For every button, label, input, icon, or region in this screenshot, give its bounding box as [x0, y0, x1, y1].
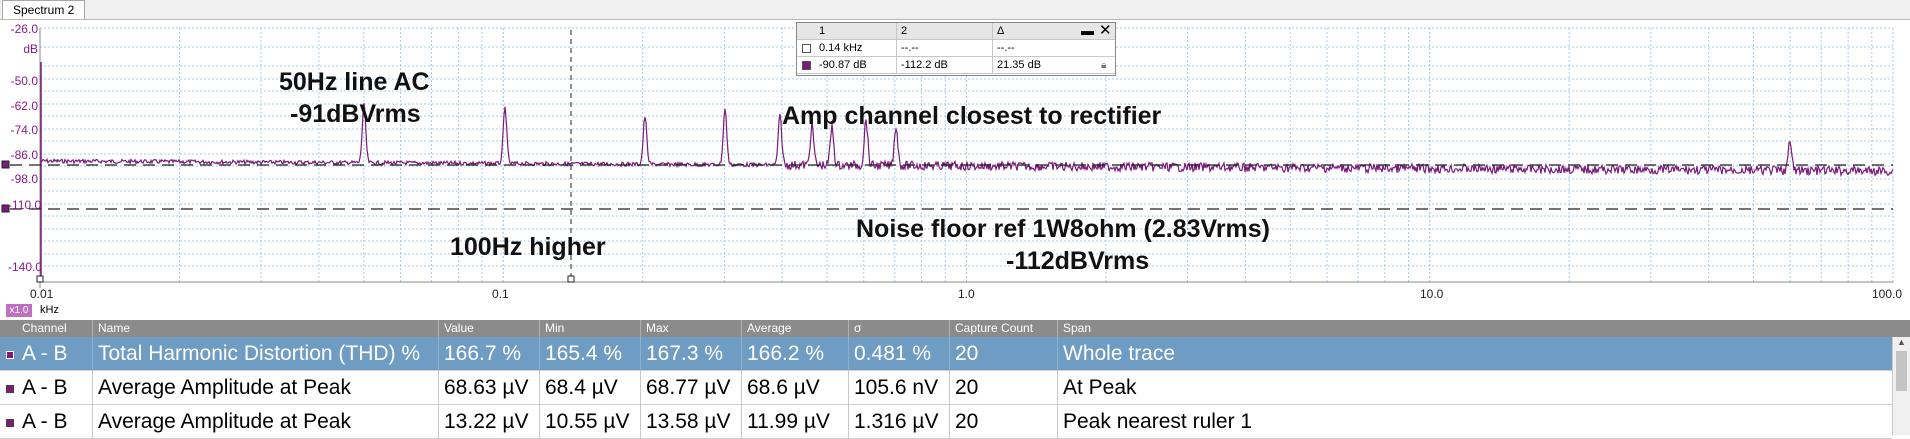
column-header-capture-count[interactable]: Capture Count	[950, 320, 1058, 337]
ruler-header-delta: Δ	[993, 23, 1115, 40]
cell-capture-count: 20	[950, 405, 1058, 439]
cell-span: Peak nearest ruler 1	[1058, 405, 1892, 439]
ruler-header-2: 2	[897, 23, 993, 40]
channel-color-icon	[802, 61, 811, 70]
ruler-delta-frequency: --.--	[993, 40, 1115, 57]
annotation-100hz: 100Hz higher	[450, 233, 606, 261]
cell-value: 68.63 µV	[439, 371, 540, 405]
y-tick-label: -50.0	[10, 74, 38, 88]
y-tick-label: -62.0	[10, 99, 38, 113]
cell-capture-count: 20	[950, 337, 1058, 371]
column-header-span[interactable]: Span	[1058, 320, 1910, 337]
x-tick-label: 100.0	[1872, 287, 1903, 301]
cell-name: Total Harmonic Distortion (THD) %	[93, 337, 439, 371]
x-scale-badge[interactable]: x1.0	[6, 304, 32, 317]
y-tick-label: -110.0	[8, 198, 42, 212]
column-header-sigma[interactable]: σ	[849, 320, 950, 337]
table-row[interactable]: A - B Average Amplitude at Peak 13.22 µV…	[0, 405, 1892, 439]
x-origin-handle	[36, 275, 44, 283]
cell-min: 165.4 %	[540, 337, 641, 371]
cell-average: 68.6 µV	[742, 371, 849, 405]
y-tick-label: -140.0	[8, 260, 43, 274]
vertical-ruler-handle	[567, 275, 575, 283]
column-header-min[interactable]: Min	[540, 320, 641, 337]
table-row[interactable]: A - B Average Amplitude at Peak 68.63 µV…	[0, 371, 1892, 405]
annotation-line-ac-title: 50Hz line AC	[279, 68, 430, 96]
cell-span: Whole trace	[1058, 337, 1892, 371]
cell-name: Average Amplitude at Peak	[93, 405, 439, 439]
tab-spectrum-2[interactable]: Spectrum 2	[2, 0, 86, 19]
ruler-2-frequency: --.--	[897, 40, 993, 57]
x-unit-label: kHz	[40, 304, 59, 316]
annotation-noise-floor-title: Noise floor ref 1W8ohm (2.83Vrms)	[856, 215, 1271, 243]
cell-max: 13.58 µV	[641, 405, 742, 439]
cell-capture-count: 20	[950, 371, 1058, 405]
y-tick-label: -26.0	[10, 22, 38, 36]
y-tick-label: -98.0	[10, 172, 38, 186]
channel-color-icon	[6, 351, 14, 359]
tab-bar: Spectrum 2	[0, 0, 1910, 20]
cell-name: Average Amplitude at Peak	[93, 371, 439, 405]
annotation-line-ac-level: -91dBVrms	[290, 100, 421, 128]
measurements-table: Channel Name Value Min Max Average σ Cap…	[0, 320, 1910, 439]
column-header-max[interactable]: Max	[641, 320, 742, 337]
lock-icon[interactable]: 🔒︎	[1101, 60, 1106, 71]
ruler-1-frequency: 0.14 kHz	[797, 40, 897, 57]
ruler-readout-panel[interactable]: 1 2 Δ ▬ ✕ 0.14 kHz --.-- --.-- -90.87 dB…	[796, 22, 1116, 76]
cell-min: 10.55 µV	[540, 405, 641, 439]
cell-sigma: 1.316 µV	[849, 405, 950, 439]
x-tick-label: 0.01	[30, 287, 54, 301]
y-tick-label: -74.0	[10, 123, 38, 137]
square-icon	[802, 44, 811, 53]
scroll-thumb[interactable]	[1896, 351, 1907, 391]
cell-average: 11.99 µV	[742, 405, 849, 439]
ruler-delta-level: 21.35 dB	[993, 57, 1115, 74]
cell-sigma: 0.481 %	[849, 337, 950, 371]
column-header-channel[interactable]: Channel	[0, 320, 93, 337]
y-tick-label: -86.0	[10, 148, 38, 162]
cell-value: 13.22 µV	[439, 405, 540, 439]
scroll-up-icon[interactable]: ▲	[1897, 337, 1906, 347]
column-header-average[interactable]: Average	[742, 320, 849, 337]
channel-color-icon	[6, 419, 14, 427]
cell-max: 68.77 µV	[641, 371, 742, 405]
channel-color-icon	[6, 385, 14, 393]
cell-sigma: 105.6 nV	[849, 371, 950, 405]
annotation-channel: Amp channel closest to rectifier	[782, 102, 1162, 130]
annotation-noise-floor-level: -112dBVrms	[1006, 247, 1150, 275]
ruler-1-handle	[1, 160, 10, 169]
minimize-icon[interactable]: ▬	[1081, 24, 1094, 38]
x-tick-label: 0.1	[492, 287, 509, 301]
column-header-value[interactable]: Value	[439, 320, 540, 337]
cell-max: 167.3 %	[641, 337, 742, 371]
close-icon[interactable]: ✕	[1099, 22, 1112, 39]
cell-average: 166.2 %	[742, 337, 849, 371]
ruler-1-level: -90.87 dB	[797, 57, 897, 74]
ruler-2-level: -112.2 dB	[897, 57, 993, 74]
x-tick-label: 1.0	[958, 287, 975, 301]
cell-value: 166.7 %	[439, 337, 540, 371]
ruler-header-1: 1	[797, 23, 897, 40]
cell-span: At Peak	[1058, 371, 1892, 405]
y-unit-label: dB	[23, 42, 38, 56]
column-header-name[interactable]: Name	[93, 320, 439, 337]
table-row[interactable]: A - B Total Harmonic Distortion (THD) % …	[0, 337, 1892, 371]
x-tick-label: 10.0	[1420, 287, 1444, 301]
table-scrollbar[interactable]: ▲	[1892, 337, 1910, 435]
cell-min: 68.4 µV	[540, 371, 641, 405]
